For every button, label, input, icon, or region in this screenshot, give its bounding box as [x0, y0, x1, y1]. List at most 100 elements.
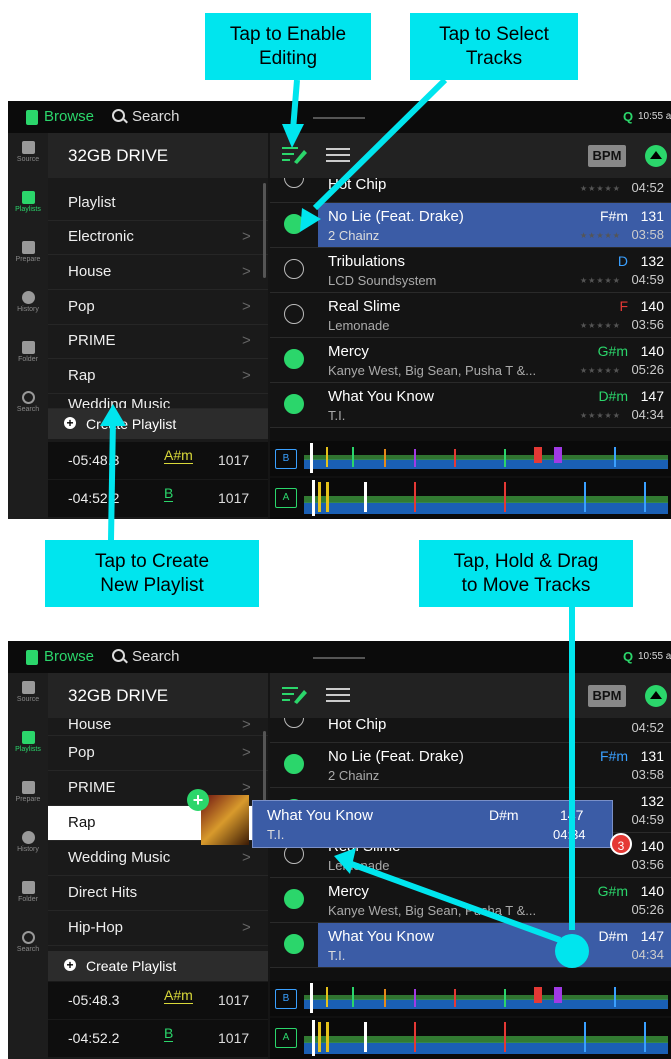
- plus-icon: +: [64, 959, 76, 971]
- chevron-right-icon: >: [242, 744, 251, 761]
- waveform-overview[interactable]: B: [270, 981, 671, 1016]
- usb-icon: [21, 681, 35, 694]
- playlist-item[interactable]: Wedding Music: [48, 394, 268, 409]
- create-playlist-button[interactable]: + Create Playlist: [48, 409, 268, 439]
- chevron-right-icon: >: [242, 263, 251, 280]
- clock: 10:55 am: [638, 651, 671, 662]
- search-icon[interactable]: [112, 109, 125, 122]
- rail-source[interactable]: Source: [8, 681, 48, 703]
- playlist-item[interactable]: Direct Hits: [48, 876, 268, 911]
- search-label[interactable]: Search: [132, 648, 180, 665]
- search-icon[interactable]: [112, 649, 125, 662]
- drive-header[interactable]: 32GB DRIVE: [48, 673, 268, 718]
- bpm-sort-button[interactable]: BPM: [588, 145, 626, 167]
- track-list: BPM Hot Chip 04:52 No Lie (Feat. Drake) 2 …: [270, 673, 671, 1059]
- track-row[interactable]: Real Slime Lemonade F 140 ★★★★★ 03:56: [270, 293, 671, 338]
- list-view-icon[interactable]: [326, 688, 350, 704]
- rail-history[interactable]: History: [8, 831, 48, 853]
- browse-label[interactable]: Browse: [44, 108, 94, 125]
- rail-folder[interactable]: Folder: [8, 881, 48, 903]
- select-circle[interactable]: [284, 259, 304, 279]
- history-icon: [21, 291, 35, 304]
- list-view-icon[interactable]: [326, 148, 350, 164]
- select-circle[interactable]: [284, 934, 304, 954]
- browse-icon[interactable]: [26, 110, 38, 125]
- track-row[interactable]: No Lie (Feat. Drake) 2 Chainz F#m 131 ★★★★★ 0…: [270, 203, 671, 248]
- playlist-item[interactable]: Hip-Hop >: [48, 911, 268, 946]
- track-row[interactable]: Mercy Kanye West, Big Sean, Pusha T &... G…: [270, 878, 671, 923]
- playlist-item[interactable]: Pop >: [48, 736, 268, 771]
- select-circle[interactable]: [284, 718, 304, 728]
- select-circle[interactable]: [284, 178, 304, 188]
- deck-row: -05:48.3 A#m 1017: [48, 982, 268, 1019]
- waveform-overview[interactable]: A: [270, 1018, 671, 1059]
- chevron-right-icon: >: [242, 779, 251, 796]
- waveform-overview[interactable]: A: [270, 478, 671, 519]
- rail-playlists[interactable]: Playlists: [8, 191, 48, 213]
- waveform-overview[interactable]: B: [270, 441, 671, 476]
- bpm-sort-button[interactable]: BPM: [588, 685, 626, 707]
- browse-icon[interactable]: [26, 650, 38, 665]
- chevron-right-icon: >: [242, 849, 251, 866]
- quantize-icon: Q: [623, 649, 634, 664]
- playlist-icon: [21, 731, 35, 744]
- playlist-item[interactable]: Playlist: [48, 186, 268, 221]
- rail-folder[interactable]: Folder: [8, 341, 48, 363]
- sort-up-button[interactable]: [645, 145, 667, 167]
- callout-move-tracks: Tap, Hold & Drag to Move Tracks: [419, 540, 633, 607]
- search-label[interactable]: Search: [132, 108, 180, 125]
- track-row[interactable]: Mercy Kanye West, Big Sean, Pusha T &... G…: [270, 338, 671, 383]
- select-circle[interactable]: [284, 394, 304, 414]
- browse-label[interactable]: Browse: [44, 648, 94, 665]
- rail-prepare[interactable]: Prepare: [8, 781, 48, 803]
- edit-list-icon[interactable]: [282, 685, 308, 705]
- rail-prepare[interactable]: Prepare: [8, 241, 48, 263]
- select-circle[interactable]: [284, 304, 304, 324]
- select-circle[interactable]: [284, 214, 304, 234]
- track-row[interactable]: What You Know T.I. D#m 147 ★★★★★ 04:34: [270, 383, 671, 428]
- rail-source[interactable]: Source: [8, 141, 48, 163]
- select-circle[interactable]: [284, 889, 304, 909]
- scrollbar[interactable]: [263, 183, 266, 278]
- deck-badge: A: [275, 1028, 297, 1048]
- deck-row: -05:48.3 A#m 1017: [48, 442, 268, 479]
- playlist-item[interactable]: Pop >: [48, 290, 268, 325]
- track-row[interactable]: What You Know T.I. D#m 147 04:34: [270, 923, 671, 968]
- rail-playlists[interactable]: Playlists: [8, 731, 48, 753]
- chevron-right-icon: >: [242, 367, 251, 384]
- edit-list-icon[interactable]: [282, 145, 308, 165]
- rail-search[interactable]: Search: [8, 391, 48, 413]
- drag-handle[interactable]: [313, 657, 365, 659]
- playlist-item[interactable]: PRIME >: [48, 324, 268, 359]
- sort-up-button[interactable]: [645, 685, 667, 707]
- track-row[interactable]: Hot Chip 04:52: [270, 718, 671, 743]
- playlist-item[interactable]: Electronic >: [48, 220, 268, 255]
- playlist-item[interactable]: House >: [48, 719, 268, 736]
- rail-search[interactable]: Search: [8, 931, 48, 953]
- callout-create-playlist: Tap to Create New Playlist: [45, 540, 259, 607]
- drag-count-badge: 3: [610, 833, 632, 855]
- track-row[interactable]: Tribulations LCD Soundsystem D 132 ★★★★★ 04:5…: [270, 248, 671, 293]
- quantize-icon: Q: [623, 109, 634, 124]
- track-list: BPM Hot Chip ★★★★★ 04:52 No Lie (Feat. Dra…: [270, 133, 671, 519]
- clock: 10:55 am: [638, 111, 671, 122]
- drive-name: 32GB DRIVE: [68, 146, 169, 165]
- rail-history[interactable]: History: [8, 291, 48, 313]
- playlist-item[interactable]: Rap >: [48, 359, 268, 394]
- select-circle[interactable]: [284, 754, 304, 774]
- drag-handle[interactable]: [313, 117, 365, 119]
- chevron-right-icon: >: [242, 228, 251, 245]
- drive-header[interactable]: 32GB DRIVE: [48, 133, 268, 178]
- select-circle[interactable]: [284, 349, 304, 369]
- prepare-icon: [21, 781, 35, 794]
- create-playlist-button[interactable]: + Create Playlist: [48, 951, 268, 981]
- chevron-right-icon: >: [242, 332, 251, 349]
- dragged-track-ghost[interactable]: + What You Know T.I. D#m 147 04:34: [187, 789, 613, 848]
- playlist-item[interactable]: Wedding Music >: [48, 841, 268, 876]
- track-row[interactable]: No Lie (Feat. Drake) 2 Chainz F#m 131 03:58: [270, 743, 671, 788]
- track-row[interactable]: Hot Chip ★★★★★ 04:52: [270, 178, 671, 203]
- history-icon: [21, 831, 35, 844]
- top-bar: Browse Search Q 10:55 am: [8, 101, 671, 133]
- playlist-item[interactable]: House >: [48, 255, 268, 290]
- callout-select-tracks: Tap to Select Tracks: [410, 13, 578, 80]
